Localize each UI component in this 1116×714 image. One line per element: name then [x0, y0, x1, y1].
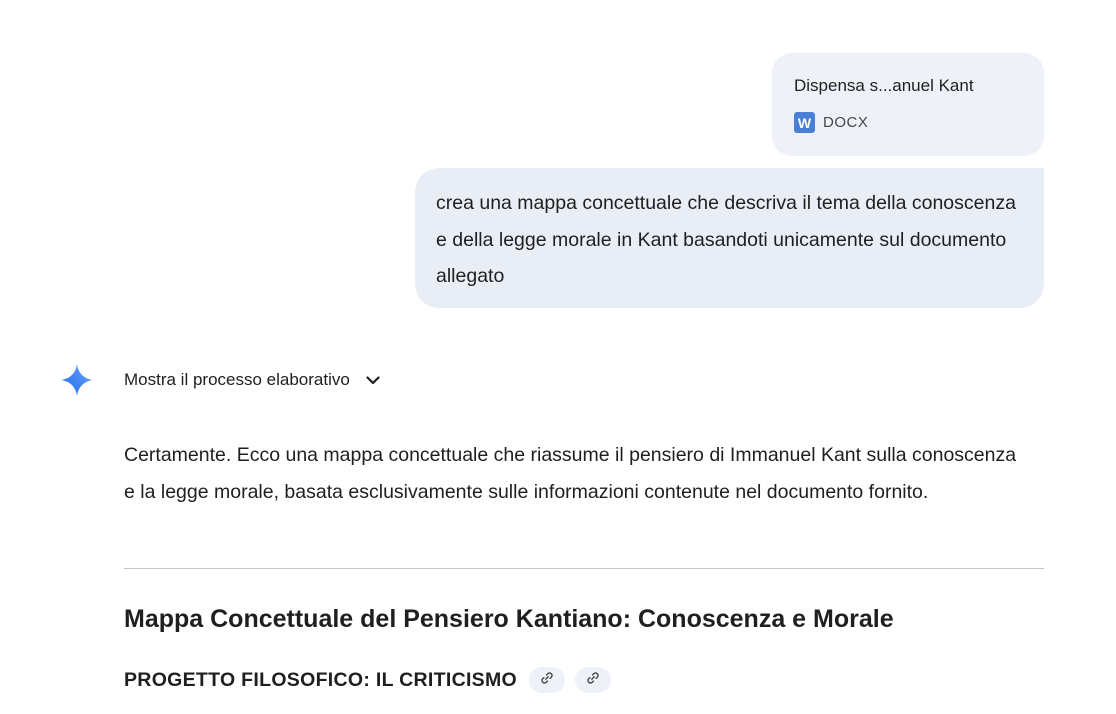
attached-file-card[interactable]: Dispensa s...anuel Kant W DOCX [772, 53, 1044, 156]
chat-conversation: Dispensa s...anuel Kant W DOCX crea una … [0, 0, 1116, 714]
show-thinking-label: Mostra il processo elaborativo [124, 370, 350, 389]
link-icon [539, 670, 555, 691]
attached-file-name: Dispensa s...anuel Kant [794, 76, 974, 95]
source-link-chip[interactable] [574, 667, 611, 693]
response-intro-text: Certamente. Ecco una mappa concettuale c… [124, 444, 1017, 503]
response-heading: Mappa Concettuale del Pensiero Kantiano:… [124, 605, 894, 633]
word-doc-icon: W [794, 112, 815, 133]
horizontal-divider [124, 568, 1044, 569]
section-subheading: PROGETTO FILOSOFICO: IL CRITICISMO [124, 668, 517, 691]
attached-file-type: DOCX [823, 114, 869, 131]
attached-file-meta: W DOCX [794, 112, 1024, 133]
chevron-down-icon [364, 371, 382, 389]
user-prompt-text: crea una mappa concettuale che descriva … [436, 192, 1016, 287]
gemini-sparkle-icon [59, 362, 95, 398]
show-thinking-toggle[interactable]: Mostra il processo elaborativo [124, 368, 382, 392]
section-subheading-row: PROGETTO FILOSOFICO: IL CRITICISMO [124, 666, 611, 694]
link-icon [585, 670, 601, 691]
source-link-chip[interactable] [528, 667, 565, 693]
user-prompt-bubble: crea una mappa concettuale che descriva … [415, 168, 1044, 308]
